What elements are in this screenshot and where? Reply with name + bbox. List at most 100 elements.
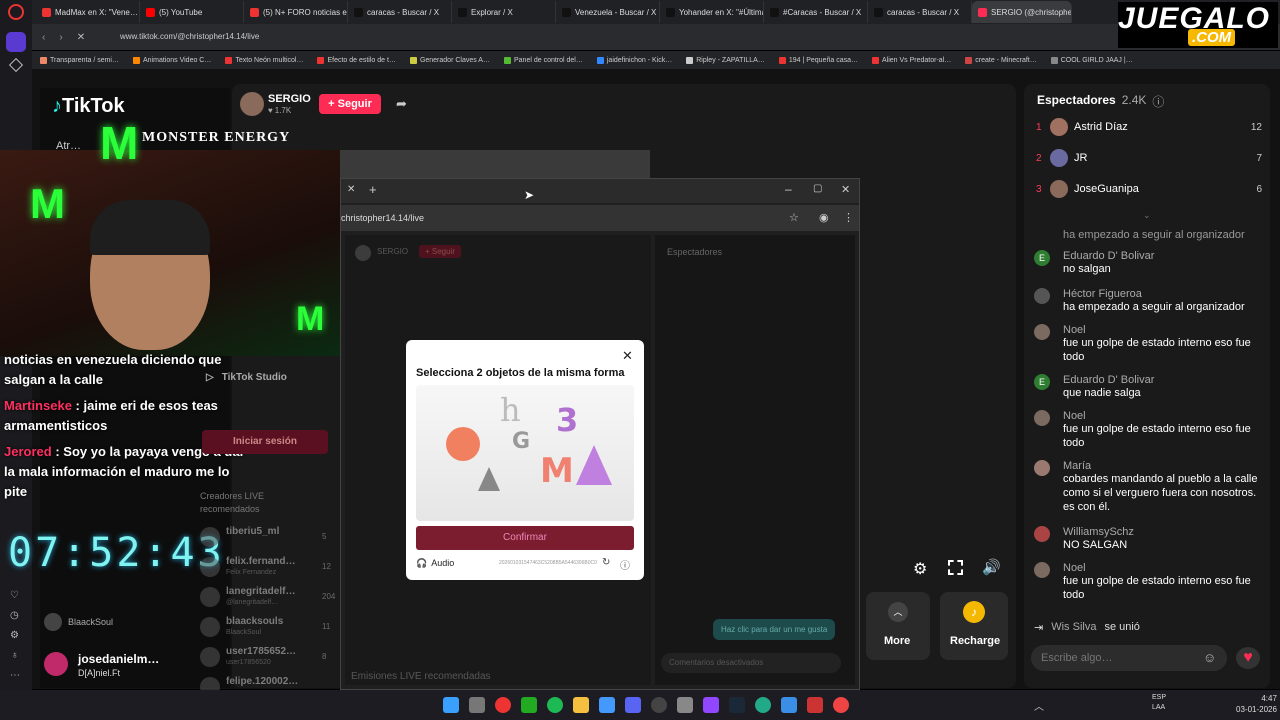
- browser-tab[interactable]: caracas - Buscar / X: [868, 1, 972, 23]
- browser-tab[interactable]: Explorar / X: [452, 1, 556, 23]
- comment-avatar[interactable]: E: [1034, 374, 1050, 390]
- tray-chevron-icon[interactable]: ︿: [1034, 698, 1044, 713]
- app-icon[interactable]: [677, 697, 693, 713]
- bookmark[interactable]: Texto Neón multicol…: [225, 56, 303, 64]
- captcha-letter-h[interactable]: h: [500, 391, 521, 429]
- bookmark[interactable]: COOL GIRLD JAAJ |…: [1050, 56, 1133, 64]
- language-indicator[interactable]: ESP LAA: [1152, 693, 1166, 713]
- comment-author[interactable]: Noel: [1063, 410, 1263, 422]
- twitch-icon[interactable]: [703, 697, 719, 713]
- captcha-letter-g[interactable]: G: [512, 429, 530, 454]
- settings-gear-icon[interactable]: ⚙: [913, 559, 927, 579]
- comment-avatar[interactable]: [1034, 288, 1050, 304]
- home-icon[interactable]: [6, 32, 26, 52]
- bookmark[interactable]: Alien Vs Predator-al…: [872, 56, 951, 64]
- edge-icon[interactable]: [781, 697, 797, 713]
- chrome-icon[interactable]: [833, 697, 849, 713]
- task-view-icon[interactable]: [469, 697, 485, 713]
- history-icon[interactable]: ◷: [10, 610, 19, 621]
- captcha-cone-purple[interactable]: [576, 445, 612, 485]
- popup-menu-icon[interactable]: ⋮: [843, 211, 854, 224]
- expand-chevron-icon[interactable]: ⌄: [1143, 210, 1151, 221]
- explore-icon[interactable]: [8, 57, 24, 73]
- comment-author[interactable]: Noel: [1063, 562, 1263, 574]
- comment-author[interactable]: WilliamsySchz: [1063, 526, 1263, 538]
- recharge-button[interactable]: ♪ Recharge: [940, 592, 1008, 660]
- captcha-audio-link[interactable]: 🎧 Audio: [416, 558, 454, 569]
- heart-icon[interactable]: ♡: [10, 590, 19, 601]
- more-icon[interactable]: ⋯: [10, 670, 20, 681]
- browser-tab[interactable]: (5) N+ FORO noticias en v…: [244, 1, 348, 23]
- xbox-icon[interactable]: [521, 697, 537, 713]
- comment-avatar[interactable]: E: [1034, 250, 1050, 266]
- popup-profile-icon[interactable]: ◉: [819, 211, 829, 224]
- app3-icon[interactable]: [807, 697, 823, 713]
- more-button[interactable]: ︿ More: [866, 592, 930, 660]
- volume-icon[interactable]: 🔊: [982, 558, 1001, 576]
- lower-left-item[interactable]: BlaackSoul: [44, 612, 224, 632]
- browser-tab[interactable]: Yohander en X: "#Última…: [660, 1, 764, 23]
- bookmark[interactable]: Efecto de estilo de t…: [317, 56, 396, 64]
- comment-author[interactable]: Héctor Figueroa: [1063, 288, 1263, 300]
- popup-minimize-icon[interactable]: –: [785, 182, 792, 196]
- bookmark[interactable]: 194 | Pequeña casa…: [778, 56, 858, 64]
- obs-icon[interactable]: [651, 697, 667, 713]
- browser-tab[interactable]: caracas - Buscar / X: [348, 1, 452, 23]
- close-loading-icon[interactable]: ✕: [77, 32, 85, 43]
- creator-row[interactable]: tiberiu5_ml 5: [198, 524, 332, 554]
- comment-author[interactable]: Eduardo D' Bolivar: [1063, 250, 1263, 262]
- captcha-cone-gray[interactable]: [478, 467, 500, 491]
- bookmark[interactable]: Transparenta / semi…: [40, 56, 119, 64]
- like-heart-icon[interactable]: ♥: [1236, 647, 1260, 669]
- windows-start-icon[interactable]: [443, 697, 459, 713]
- host-name[interactable]: josedanielm…: [78, 652, 159, 666]
- opera-taskbar-icon[interactable]: [495, 697, 511, 713]
- login-button[interactable]: Iniciar sesión: [202, 430, 328, 454]
- comment-avatar[interactable]: [1034, 562, 1050, 578]
- steam-icon[interactable]: [729, 697, 745, 713]
- browser-tab[interactable]: #Caracas - Buscar / X: [764, 1, 868, 23]
- popup-tab-close-icon[interactable]: ✕: [347, 184, 355, 195]
- browser-tab[interactable]: Venezuela - Buscar / X: [556, 1, 660, 23]
- comment-avatar[interactable]: [1034, 526, 1050, 542]
- top-viewer-row[interactable]: 1 Astrid Díaz 12: [1036, 117, 1262, 137]
- app2-icon[interactable]: [755, 697, 771, 713]
- help-icon[interactable]: ⓘ: [1152, 93, 1164, 110]
- captcha-image[interactable]: h G 3 M: [416, 385, 634, 521]
- spotify-icon[interactable]: [547, 697, 563, 713]
- popup-url[interactable]: christopher14.14/live: [341, 213, 424, 223]
- emoji-icon[interactable]: ☺: [1203, 650, 1216, 665]
- top-viewer-row[interactable]: 2 JR 7: [1036, 148, 1262, 168]
- comment-avatar[interactable]: [1034, 324, 1050, 340]
- comment-input[interactable]: [1031, 645, 1197, 671]
- comment-author[interactable]: Noel: [1063, 324, 1263, 336]
- streamer-avatar[interactable]: [240, 92, 264, 116]
- streamer-name[interactable]: SERGIO: [268, 93, 311, 105]
- bookmark[interactable]: Generador Claves A…: [409, 56, 490, 64]
- share-icon[interactable]: ➦: [396, 96, 407, 112]
- folder-icon[interactable]: [573, 697, 589, 713]
- tiktok-logo[interactable]: ♪TikTok: [52, 95, 125, 118]
- store-icon[interactable]: [599, 697, 615, 713]
- refresh-icon[interactable]: ↻: [602, 557, 610, 568]
- bookmark[interactable]: Animations Video C…: [133, 56, 211, 64]
- bookmark[interactable]: jaidefinichon - Kick…: [596, 56, 672, 64]
- creator-row[interactable]: lanegritadelf… @lanegritadelf… 204: [198, 584, 335, 614]
- captcha-letter-m[interactable]: M: [540, 451, 574, 491]
- browser-tab[interactable]: (5) YouTube: [140, 1, 244, 23]
- comment-author[interactable]: Eduardo D' Bolivar: [1063, 374, 1263, 386]
- popup-new-tab-icon[interactable]: +: [369, 182, 377, 197]
- top-viewer-row[interactable]: 3 JoseGuanipa 6: [1036, 179, 1262, 199]
- comment-avatar[interactable]: [1034, 460, 1050, 476]
- popup-close-icon[interactable]: ✕: [841, 183, 850, 196]
- popup-like-hint[interactable]: Haz clic para dar un me gusta: [713, 619, 836, 640]
- bookmark[interactable]: Panel de control del…: [503, 56, 583, 64]
- url-field[interactable]: www.tiktok.com/@christopher14.14/live: [120, 29, 1020, 45]
- comment-avatar[interactable]: [1034, 410, 1050, 426]
- follow-button[interactable]: + Seguir: [319, 94, 381, 114]
- lightbulb-icon[interactable]: ♁: [11, 650, 19, 661]
- system-clock[interactable]: 4:47 03-01-2026: [1236, 693, 1277, 715]
- comment-author[interactable]: María: [1063, 460, 1263, 472]
- back-icon[interactable]: ‹: [42, 32, 45, 43]
- browser-tab[interactable]: SERGIO (@christopher14…: [972, 1, 1072, 23]
